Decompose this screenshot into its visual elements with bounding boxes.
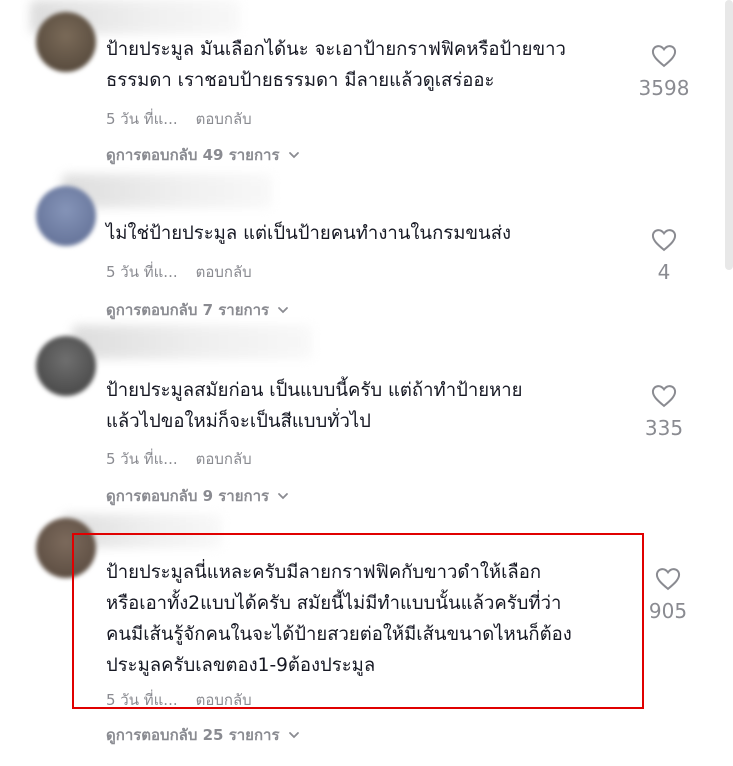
like-count: 4 [657, 260, 671, 284]
view-replies-label: ดูการตอบกลับ 9 รายการ [106, 487, 270, 505]
view-replies-label: ดูการตอบกลับ 49 รายการ [106, 146, 280, 164]
view-replies-button[interactable]: ดูการตอบกลับ 49 รายการ [106, 143, 300, 167]
comment-time: 5 วัน ที่แ... [106, 263, 178, 281]
view-replies-label: ดูการตอบกลับ 25 รายการ [106, 726, 280, 744]
chevron-down-icon [278, 307, 288, 314]
like-group: 335 [628, 382, 700, 440]
comment-meta: 5 วัน ที่แ... ตอบกลับ [106, 688, 252, 712]
comment-meta: 5 วัน ที่แ... ตอบกลับ [106, 447, 252, 471]
view-replies-label: ดูการตอบกลับ 7 รายการ [106, 301, 270, 319]
chevron-down-icon [288, 152, 299, 159]
comment-time: 5 วัน ที่แ... [106, 450, 178, 468]
like-group: 3598 [628, 42, 700, 100]
like-count: 335 [644, 416, 684, 440]
avatar[interactable] [36, 336, 96, 396]
reply-button[interactable]: ตอบกลับ [196, 260, 252, 284]
comment-text: ป้ายประมูลสมัยก่อน เป็นแบบนี้ครับ แต่ถ้า… [106, 380, 523, 432]
comment-time: 5 วัน ที่แ... [106, 110, 178, 128]
comment-time: 5 วัน ที่แ... [106, 691, 178, 709]
reply-button[interactable]: ตอบกลับ [196, 107, 252, 131]
avatar[interactable] [36, 12, 96, 72]
like-count: 905 [648, 599, 688, 623]
comment-meta: 5 วัน ที่แ... ตอบกลับ [106, 260, 252, 284]
heart-outline-icon[interactable] [650, 382, 678, 410]
blurred-username [62, 174, 272, 208]
heart-outline-icon[interactable] [654, 565, 682, 593]
avatar[interactable] [36, 186, 96, 246]
view-replies-button[interactable]: ดูการตอบกลับ 25 รายการ [106, 723, 300, 747]
like-group: 905 [638, 565, 698, 623]
view-replies-button[interactable]: ดูการตอบกลับ 9 รายการ [106, 484, 289, 508]
comment-meta: 5 วัน ที่แ... ตอบกลับ [106, 107, 252, 131]
comment-text: ไม่ใช่ป้ายประมูล แต่เป็นป้ายคนทำงานในกรม… [106, 223, 512, 244]
like-group: 4 [628, 226, 700, 284]
avatar[interactable] [36, 518, 96, 578]
chevron-down-icon [288, 732, 299, 739]
comment-text: ป้ายประมูลนี่แหละครับมีลายกราฟฟิคกับขาวด… [106, 562, 572, 676]
heart-outline-icon[interactable] [650, 226, 678, 254]
like-count: 3598 [638, 76, 690, 100]
reply-button[interactable]: ตอบกลับ [196, 447, 252, 471]
view-replies-button[interactable]: ดูการตอบกลับ 7 รายการ [106, 298, 289, 322]
chevron-down-icon [278, 493, 288, 500]
scrollbar[interactable] [725, 0, 733, 270]
reply-button[interactable]: ตอบกลับ [196, 688, 252, 712]
heart-outline-icon[interactable] [650, 42, 678, 70]
blurred-username [72, 325, 312, 359]
comment-text: ป้ายประมูล มันเลือกได้นะ จะเอาป้ายกราฟฟิ… [106, 39, 566, 91]
